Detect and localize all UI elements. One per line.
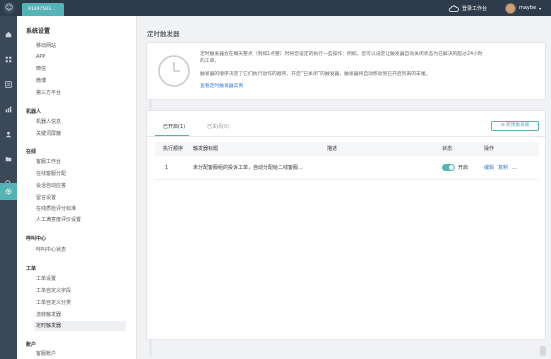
app-logo-icon[interactable]: ☺ [3, 2, 15, 14]
clock-icon [158, 55, 190, 87]
settings-sidebar: 系统设置 移动网站 APP 微信 微博 第三方平台 机器人 机器人信息 关键词屏… [17, 16, 152, 359]
icon-rail [0, 16, 17, 359]
sidebar-item-message-settings[interactable]: 留言设置 [34, 193, 126, 203]
sidebar-item-wechat[interactable]: 微信 [34, 64, 126, 74]
row-order: 1 [165, 165, 169, 171]
row-status-label: 开启 [458, 165, 469, 171]
gear-icon [5, 188, 12, 195]
workspace-tab[interactable]: 91497583... [22, 3, 64, 16]
chevron-down-icon: ▾ [539, 5, 542, 11]
header-title: 触发器标题 [193, 146, 219, 152]
sidebar-item-call-status[interactable]: 呼叫中心状态 [34, 245, 126, 255]
edit-link[interactable]: 编辑 [484, 156, 494, 180]
table-header: 执行顺序 触发器标题 描述 状态 操作 [155, 142, 539, 156]
rail-user[interactable] [0, 126, 17, 143]
notice-line-2: 的工单。 [200, 59, 220, 64]
status-toggle[interactable] [442, 164, 455, 171]
top-bar: ☺ 91497583... 登录工作台 maybe ▾ [0, 0, 551, 16]
sidebar-item-third-party[interactable]: 第三方平台 [34, 88, 126, 98]
header-operations: 操作 [484, 146, 495, 152]
stats-icon [5, 106, 12, 113]
folder-icon [5, 157, 12, 162]
list-icon [5, 81, 12, 88]
sidebar-item-ticket-custom-categories[interactable]: 工单自定义分类 [34, 298, 126, 308]
rail-stats[interactable] [0, 101, 17, 118]
tab-divider [147, 136, 545, 137]
more-actions-button[interactable]: ... [512, 156, 517, 180]
rail-list[interactable] [0, 76, 17, 93]
rail-settings[interactable] [0, 183, 17, 200]
rail-folder[interactable] [0, 150, 17, 167]
new-trigger-button[interactable]: ⊕ 新建触发器 [491, 121, 539, 131]
trigger-notice: 定时触发器会在每天整点（例如1点整）时将您设定的执行一些操作：例如，您可以设定让… [146, 42, 546, 100]
sidebar-item-agent-workbench[interactable]: 客服工作台 [34, 157, 126, 167]
table-row[interactable]: 1 未分配客服组的投诉工单，自动分配给二线客服... 开启 编辑 复制 ... [155, 156, 539, 180]
notice-line-1: 定时触发器会在每天整点（例如1点整）时将您设定的执行一些操作：例如，您可以设定让… [200, 52, 483, 57]
sidebar-item-weibo[interactable]: 微博 [34, 76, 126, 86]
tab-enabled[interactable]: 已开启(1) [163, 123, 185, 130]
username: maybe [519, 5, 537, 11]
login-workspace-label: 登录工作台 [462, 5, 488, 12]
sidebar-item-online-dispatch[interactable]: 在线客服分配 [34, 169, 126, 179]
notice-line-3: 触发器的顺序决定了它们执行动作的顺序。开启“已关闭”的触发器，触发器将自动移动到… [200, 72, 431, 77]
avatar [505, 2, 516, 14]
tab-disabled[interactable]: 已关闭(0) [207, 123, 229, 130]
sidebar-item-ticket-custom-fields[interactable]: 工单自定义字段 [34, 286, 126, 296]
sidebar-item-robot-info[interactable]: 机器人信息 [34, 117, 126, 127]
cloud-icon [448, 5, 459, 12]
sidebar-section-call-center: 呼叫中心 [26, 236, 47, 242]
sidebar-item-app[interactable]: APP [34, 52, 126, 62]
sidebar-item-ticket-settings[interactable]: 工单设置 [34, 274, 126, 284]
grid-icon [5, 56, 12, 63]
page-scrollbar[interactable] [540, 346, 546, 356]
rail-home[interactable] [0, 26, 17, 43]
header-description: 描述 [327, 146, 338, 152]
sidebar-section-account: 账户 [26, 342, 37, 348]
sidebar-section-robot: 机器人 [26, 109, 42, 115]
header-status: 状态 [442, 146, 453, 152]
copy-link[interactable]: 复制 [498, 156, 508, 180]
sidebar-title: 系统设置 [26, 28, 51, 35]
sidebar-item-mobile-site[interactable]: 移动网站 [34, 41, 126, 51]
rail-grid[interactable] [0, 51, 17, 68]
header-order: 执行顺序 [163, 146, 184, 152]
trigger-panel: 已开启(1) 已关闭(0) ⊕ 新建触发器 执行顺序 触发器标题 描述 状态 操… [146, 110, 546, 340]
login-workspace-button[interactable]: 登录工作台 [448, 3, 487, 13]
sidebar-item-agent-account[interactable]: 客服账户 [34, 349, 126, 359]
sidebar-item-keyword-block[interactable]: 关键词屏蔽 [34, 129, 126, 139]
user-icon [5, 131, 12, 138]
sidebar-section-ticket: 工单 [26, 266, 37, 272]
sidebar-section-online: 在线 [26, 149, 37, 155]
sidebar-item-qa-standard[interactable]: 在线质检评分标准 [34, 204, 126, 214]
sidebar-item-scheduled-trigger[interactable]: 定时触发器 [34, 321, 126, 331]
page-title: 定时触发器 [147, 30, 180, 38]
user-menu[interactable]: maybe ▾ [505, 2, 541, 14]
notice-example-link[interactable]: 查看定时触发器实例 [200, 83, 540, 90]
home-icon [5, 31, 12, 38]
new-trigger-label: 新建触发器 [506, 123, 530, 128]
row-title: 未分配客服组的投诉工单，自动分配给二线客服... [193, 165, 303, 171]
sidebar-item-auto-reply[interactable]: 会话自动应答 [34, 181, 126, 191]
sidebar-item-satisfaction[interactable]: 人工满意度评价设置 [34, 215, 126, 225]
sidebar-item-flow-trigger[interactable]: 流转触发器 [34, 310, 126, 320]
